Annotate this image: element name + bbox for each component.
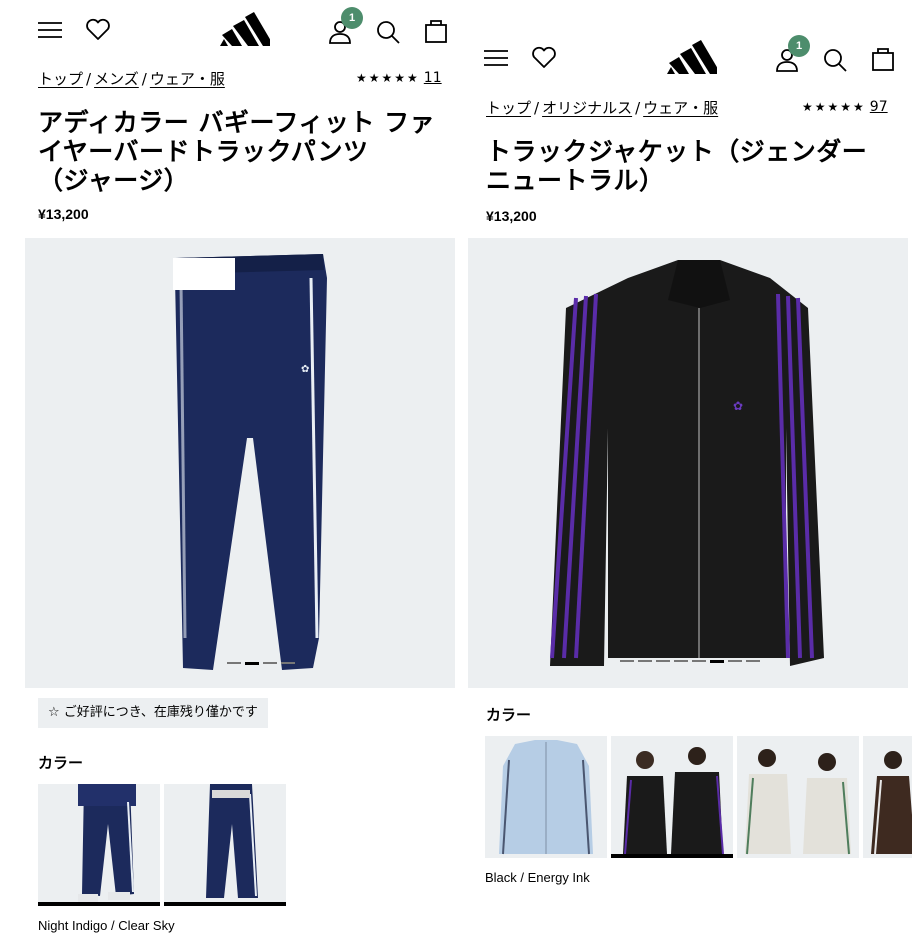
review-count[interactable]: 11 — [424, 70, 442, 86]
adidas-logo[interactable] — [218, 12, 270, 48]
product-title: トラックジャケット（ジェンダー ニュートラル） — [486, 137, 906, 195]
gallery-dot[interactable] — [263, 662, 277, 664]
product-image-gallery[interactable]: ✿ — [468, 238, 908, 688]
gallery-dot-active[interactable] — [245, 662, 259, 665]
product-price: ¥13,200 — [486, 208, 537, 224]
product-image-gallery[interactable]: ✿ — [25, 238, 455, 688]
svg-text:✿: ✿ — [301, 364, 309, 375]
low-stock-text: ご好評につき、在庫残り僅かです — [63, 705, 258, 720]
gallery-dot[interactable] — [656, 660, 670, 662]
selected-color-name: Night Indigo / Clear Sky — [38, 918, 175, 933]
product-title-line: ニュートラル） — [486, 166, 665, 195]
rating-summary[interactable]: ★★★★★ 11 — [356, 70, 442, 86]
color-swatch[interactable] — [164, 784, 286, 906]
color-swatch[interactable] — [485, 736, 607, 858]
breadcrumb-separator: / — [141, 70, 147, 88]
breadcrumb-separator: / — [86, 70, 92, 88]
low-stock-notice: ☆ ご好評につき、在庫残り僅かです — [38, 698, 268, 728]
color-label: カラー — [486, 706, 532, 724]
breadcrumb-top[interactable]: トップ — [38, 70, 83, 88]
color-swatch[interactable] — [38, 784, 160, 906]
shopping-bag-icon[interactable] — [869, 44, 897, 72]
gallery-pagination[interactable] — [620, 660, 760, 663]
gallery-dot[interactable] — [620, 660, 634, 662]
gallery-dot[interactable] — [281, 662, 295, 664]
wishlist-heart-icon[interactable] — [530, 44, 558, 72]
product-title: アディカラー バギーフィット ファ イヤーバードトラックパンツ （ジャージ） — [38, 108, 448, 195]
search-icon[interactable] — [374, 18, 402, 46]
track-jacket-image: ✿ — [550, 260, 824, 666]
shopping-bag-icon[interactable] — [422, 16, 450, 44]
menu-icon[interactable] — [482, 44, 510, 72]
breadcrumb-mens[interactable]: メンズ — [94, 70, 139, 88]
sparkle-icon: ☆ — [48, 705, 60, 720]
swatch-image — [499, 740, 593, 855]
gallery-dot[interactable] — [746, 660, 760, 662]
color-swatch[interactable] — [737, 736, 859, 858]
gallery-dot[interactable] — [227, 662, 241, 664]
menu-icon[interactable] — [36, 16, 64, 44]
site-header: 1 — [0, 7, 460, 50]
swatch-selected-indicator — [164, 902, 286, 906]
breadcrumb-top[interactable]: トップ — [486, 99, 531, 117]
product-title-line: イヤーバードトラックパンツ — [38, 137, 369, 166]
adidas-logo[interactable] — [665, 40, 717, 76]
track-pants-image: ✿ — [175, 254, 327, 670]
gallery-dot[interactable] — [638, 660, 652, 662]
image-overlay — [173, 258, 235, 290]
cart-count-badge: 1 — [341, 7, 363, 29]
gallery-dot[interactable] — [692, 660, 706, 662]
color-swatch[interactable] — [863, 736, 912, 858]
product-page-right: 1 トップ / オリジナルス / ウェア・服 ★★★★★ 97 トラックジャケット（ジェン… — [460, 0, 912, 944]
svg-text:✿: ✿ — [733, 399, 743, 413]
swatch-image — [745, 749, 851, 855]
cart-count-badge: 1 — [788, 35, 810, 57]
breadcrumb-apparel[interactable]: ウェア・服 — [150, 70, 225, 88]
star-rating-icon: ★★★★★ — [356, 71, 420, 85]
product-page-left: 1 トップ / メンズ / ウェア・服 ★★★★★ 11 アディカラー バギーフィット フ… — [0, 0, 460, 944]
gallery-dot-active[interactable] — [710, 660, 724, 663]
breadcrumb-separator: / — [635, 99, 641, 117]
search-icon[interactable] — [821, 46, 849, 74]
color-swatch[interactable] — [611, 736, 733, 858]
breadcrumb-apparel[interactable]: ウェア・服 — [643, 99, 718, 117]
gallery-dot[interactable] — [674, 660, 688, 662]
swatch-image — [206, 784, 258, 898]
product-title-line: アディカラー バギーフィット ファ — [38, 108, 436, 137]
breadcrumb: トップ / オリジナルス / ウェア・服 — [486, 97, 718, 118]
swatch-image — [871, 751, 912, 855]
review-count[interactable]: 97 — [870, 99, 888, 115]
color-label: カラー — [38, 754, 84, 772]
site-header: 1 — [460, 35, 912, 80]
swatch-image — [623, 747, 724, 855]
rating-summary[interactable]: ★★★★★ 97 — [802, 99, 888, 115]
wishlist-heart-icon[interactable] — [84, 16, 112, 44]
gallery-pagination[interactable] — [227, 662, 295, 665]
product-price: ¥13,200 — [38, 206, 89, 222]
breadcrumb-separator: / — [534, 99, 540, 117]
product-title-line: （ジャージ） — [38, 166, 190, 195]
product-title-line: トラックジャケット（ジェンダー — [486, 137, 868, 166]
star-rating-icon: ★★★★★ — [802, 100, 866, 114]
breadcrumb: トップ / メンズ / ウェア・服 — [38, 68, 225, 89]
selected-color-name: Black / Energy Ink — [485, 870, 590, 885]
swatch-image — [78, 784, 136, 902]
gallery-dot[interactable] — [728, 660, 742, 662]
breadcrumb-originals[interactable]: オリジナルス — [542, 99, 632, 117]
